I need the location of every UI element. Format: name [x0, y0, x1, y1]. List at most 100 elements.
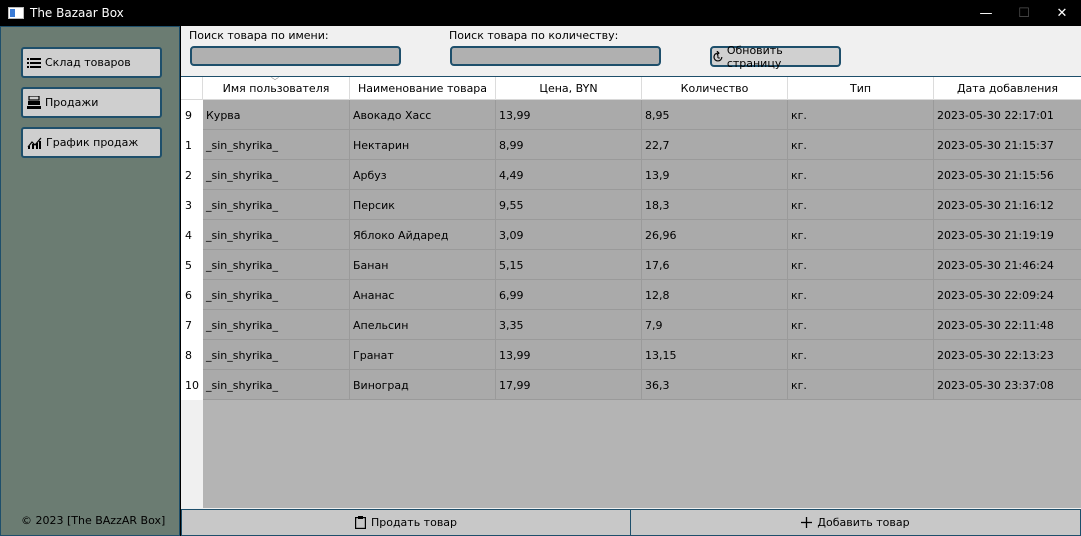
cell-price[interactable]: 8,99 [496, 130, 642, 160]
cell-username[interactable]: _sin_shyrika_ [203, 310, 350, 340]
cell-type[interactable]: кг. [788, 280, 934, 310]
row-header[interactable]: 5 [181, 250, 203, 280]
sidebar-item-warehouse[interactable]: Склад товаров [21, 47, 162, 78]
cell-username[interactable]: _sin_shyrika_ [203, 130, 350, 160]
cell-quantity[interactable]: 8,95 [642, 100, 788, 130]
cell-price[interactable]: 17,99 [496, 370, 642, 400]
column-header-username[interactable]: ﹀ Имя пользователя [203, 77, 350, 100]
row-header[interactable]: 7 [181, 310, 203, 340]
table-row[interactable]: _sin_shyrika_ Виноград 17,99 36,3 кг. 2023-05… [203, 370, 1081, 400]
corner-header[interactable] [181, 77, 203, 100]
cell-product-name[interactable]: Нектарин [350, 130, 496, 160]
row-header-empty [181, 400, 203, 509]
cell-username[interactable]: Курва [203, 100, 350, 130]
cell-price[interactable]: 6,99 [496, 280, 642, 310]
cell-product-name[interactable]: Авокадо Хасс [350, 100, 496, 130]
table-row[interactable]: _sin_shyrika_ Нектарин 8,99 22,7 кг. 2023-05-… [203, 130, 1081, 160]
table-row[interactable]: Курва Авокадо Хасс 13,99 8,95 кг. 2023-05-30 … [203, 100, 1081, 130]
cell-product-name[interactable]: Апельсин [350, 310, 496, 340]
table-row[interactable]: _sin_shyrika_ Персик 9,55 18,3 кг. 2023-05-30… [203, 190, 1081, 220]
cell-price[interactable]: 3,09 [496, 220, 642, 250]
cell-product-name[interactable]: Виноград [350, 370, 496, 400]
cell-price[interactable]: 9,55 [496, 190, 642, 220]
table-row[interactable]: _sin_shyrika_ Арбуз 4,49 13,9 кг. 2023-05-30 … [203, 160, 1081, 190]
cell-quantity[interactable]: 26,96 [642, 220, 788, 250]
row-header[interactable]: 2 [181, 160, 203, 190]
cell-product-name[interactable]: Яблоко Айдаред [350, 220, 496, 250]
cell-type[interactable]: кг. [788, 250, 934, 280]
row-header[interactable]: 6 [181, 280, 203, 310]
cell-username[interactable]: _sin_shyrika_ [203, 160, 350, 190]
minimize-button[interactable]: — [967, 0, 1005, 26]
add-product-button[interactable]: Добавить товар [630, 509, 1081, 536]
refresh-page-button[interactable]: Обновить страницу [710, 43, 841, 70]
search-by-name-input[interactable] [190, 46, 401, 66]
cell-quantity[interactable]: 36,3 [642, 370, 788, 400]
cell-product-name[interactable]: Персик [350, 190, 496, 220]
close-button[interactable]: ✕ [1043, 0, 1081, 26]
cell-product-name[interactable]: Ананас [350, 280, 496, 310]
cell-price[interactable]: 4,49 [496, 160, 642, 190]
cell-quantity[interactable]: 7,9 [642, 310, 788, 340]
search-by-quantity-input[interactable] [450, 46, 661, 66]
cell-type[interactable]: кг. [788, 160, 934, 190]
row-header[interactable]: 4 [181, 220, 203, 250]
cell-username[interactable]: _sin_shyrika_ [203, 190, 350, 220]
sidebar-item-sales[interactable]: Продажи [21, 87, 162, 118]
cell-quantity[interactable]: 13,9 [642, 160, 788, 190]
cell-quantity[interactable]: 12,8 [642, 280, 788, 310]
cell-username[interactable]: _sin_shyrika_ [203, 340, 350, 370]
cell-type[interactable]: кг. [788, 310, 934, 340]
cell-quantity[interactable]: 18,3 [642, 190, 788, 220]
table-row[interactable]: _sin_shyrika_ Гранат 13,99 13,15 кг. 2023-05-… [203, 340, 1081, 370]
column-header-price[interactable]: Цена, BYN [496, 77, 642, 100]
cell-date-added[interactable]: 2023-05-30 22:17:01 [934, 100, 1081, 130]
table-row[interactable]: _sin_shyrika_ Банан 5,15 17,6 кг. 2023-05-30 … [203, 250, 1081, 280]
cell-username[interactable]: _sin_shyrika_ [203, 280, 350, 310]
cell-date-added[interactable]: 2023-05-30 21:16:12 [934, 190, 1081, 220]
cell-date-added[interactable]: 2023-05-30 22:11:48 [934, 310, 1081, 340]
row-header[interactable]: 8 [181, 340, 203, 370]
maximize-button[interactable]: ☐ [1005, 0, 1043, 26]
cell-date-added[interactable]: 2023-05-30 21:15:37 [934, 130, 1081, 160]
refresh-label: Обновить страницу [726, 43, 783, 70]
cell-type[interactable]: кг. [788, 340, 934, 370]
cell-type[interactable]: кг. [788, 370, 934, 400]
cell-date-added[interactable]: 2023-05-30 21:19:19 [934, 220, 1081, 250]
column-header-quantity[interactable]: Количество [642, 77, 788, 100]
column-header-type[interactable]: Тип [788, 77, 934, 100]
cell-price[interactable]: 3,35 [496, 310, 642, 340]
cell-quantity[interactable]: 22,7 [642, 130, 788, 160]
column-header-date-added[interactable]: Дата добавления [934, 77, 1081, 100]
cell-product-name[interactable]: Гранат [350, 340, 496, 370]
cell-type[interactable]: кг. [788, 100, 934, 130]
cell-date-added[interactable]: 2023-05-30 21:46:24 [934, 250, 1081, 280]
cell-username[interactable]: _sin_shyrika_ [203, 220, 350, 250]
table-row[interactable]: _sin_shyrika_ Ананас 6,99 12,8 кг. 2023-05-30… [203, 280, 1081, 310]
cell-username[interactable]: _sin_shyrika_ [203, 370, 350, 400]
cell-date-added[interactable]: 2023-05-30 21:15:56 [934, 160, 1081, 190]
cell-date-added[interactable]: 2023-05-30 22:09:24 [934, 280, 1081, 310]
cell-product-name[interactable]: Банан [350, 250, 496, 280]
cell-type[interactable]: кг. [788, 130, 934, 160]
cell-date-added[interactable]: 2023-05-30 23:37:08 [934, 370, 1081, 400]
cell-quantity[interactable]: 17,6 [642, 250, 788, 280]
sell-product-button[interactable]: Продать товар [181, 509, 631, 536]
cell-date-added[interactable]: 2023-05-30 22:13:23 [934, 340, 1081, 370]
sidebar-item-sales-chart[interactable]: График продаж [21, 127, 162, 158]
row-header[interactable]: 1 [181, 130, 203, 160]
cell-type[interactable]: кг. [788, 190, 934, 220]
cell-username[interactable]: _sin_shyrika_ [203, 250, 350, 280]
row-header[interactable]: 3 [181, 190, 203, 220]
table-row[interactable]: _sin_shyrika_ Яблоко Айдаред 3,09 26,96 кг. 2… [203, 220, 1081, 250]
table-row[interactable]: _sin_shyrika_ Апельсин 3,35 7,9 кг. 2023-05-3… [203, 310, 1081, 340]
cell-quantity[interactable]: 13,15 [642, 340, 788, 370]
cell-type[interactable]: кг. [788, 220, 934, 250]
column-header-product-name[interactable]: Наименование товара [350, 77, 496, 100]
row-header[interactable]: 10 [181, 370, 203, 400]
cell-product-name[interactable]: Арбуз [350, 160, 496, 190]
cell-price[interactable]: 5,15 [496, 250, 642, 280]
cell-price[interactable]: 13,99 [496, 100, 642, 130]
cell-price[interactable]: 13,99 [496, 340, 642, 370]
row-header[interactable]: 9 [181, 100, 203, 130]
